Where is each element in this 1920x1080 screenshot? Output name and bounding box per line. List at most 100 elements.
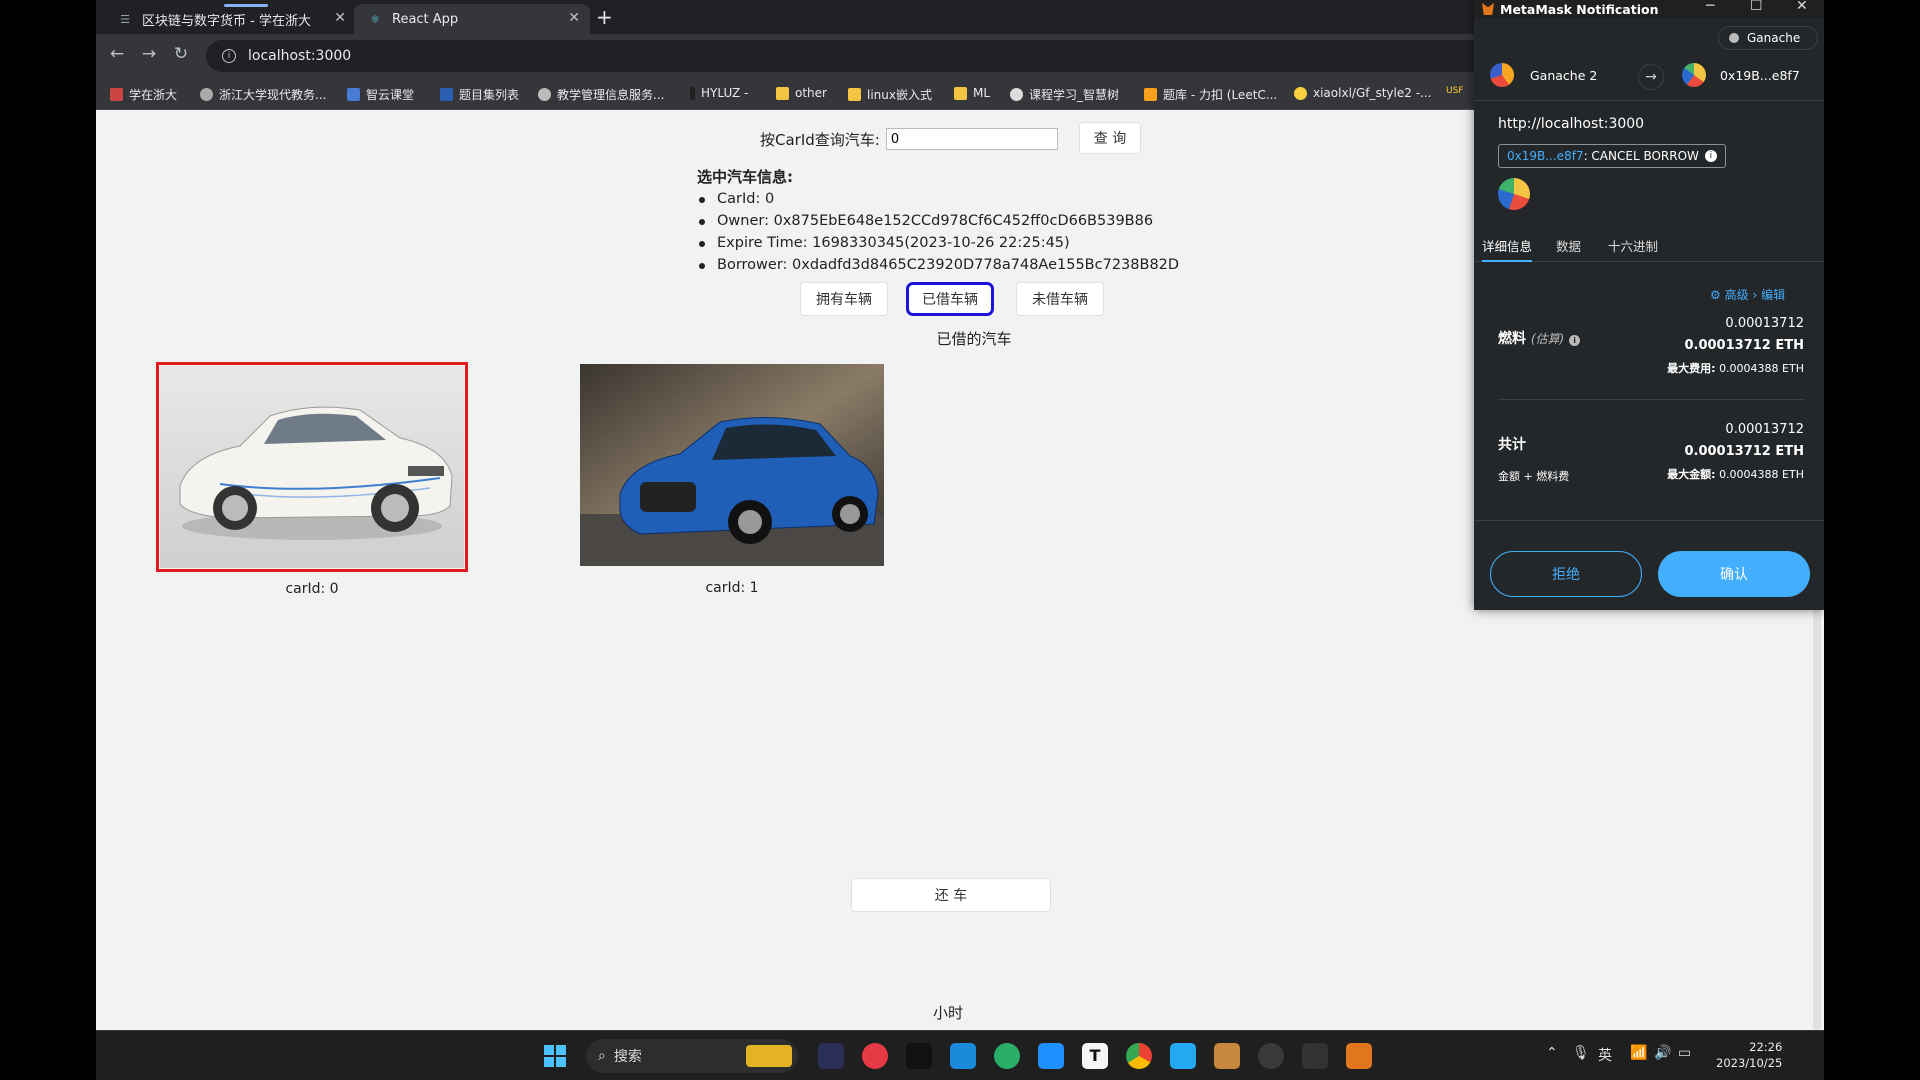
selected-car-title: 选中汽车信息: (697, 168, 793, 186)
metamask-titlebar: MetaMask Notification ─ ☐ ✕ (1474, 0, 1824, 18)
advanced-edit[interactable]: ⚙ 高级 › 编辑 (1710, 286, 1785, 303)
loading-indicator (224, 4, 268, 7)
reload-icon[interactable]: ↻ (170, 44, 192, 64)
bookmark-folder[interactable]: other (776, 86, 827, 100)
bookmark[interactable]: 浙江大学现代教务... (200, 86, 326, 103)
typora-icon[interactable]: T (1082, 1043, 1108, 1069)
bookmark[interactable]: 教学管理信息服务... (538, 86, 664, 103)
tab-title: 区块链与数字货币 - 学在浙大 (142, 13, 311, 29)
app-icon[interactable] (1258, 1043, 1284, 1069)
new-tab-button[interactable]: + (596, 5, 613, 29)
info-owner: Owner: 0x875EbE648e152CCd978Cf6C452ff0cD… (698, 210, 1179, 232)
maximize-icon[interactable]: ☐ (1750, 0, 1763, 14)
metamask-taskbar-icon[interactable] (1346, 1043, 1372, 1069)
info-icon[interactable]: i (1704, 150, 1717, 162)
return-car-button[interactable]: 还 车 (851, 878, 1051, 912)
bookmark-label: ML (973, 86, 991, 100)
bookmark[interactable]: 学在浙大 (110, 86, 177, 103)
bookmark-folder[interactable]: ML (954, 86, 990, 100)
bookmark[interactable]: 题目集列表 (440, 86, 519, 103)
method-badge[interactable]: 0x19B...e8f7 : CANCEL BORROW i (1498, 144, 1726, 168)
window-title: MetaMask Notification (1500, 1, 1659, 17)
tab-react-app[interactable]: ⚛ React App ✕ (354, 4, 590, 34)
bookmark[interactable]: 课程学习_智慧树 (1010, 86, 1119, 103)
to-account[interactable]: 0x19B...e8f7 (1682, 63, 1800, 87)
feishu-icon[interactable] (1038, 1043, 1064, 1069)
bookmark-label: 教学管理信息服务... (557, 88, 665, 102)
taskbar: ⌕ 搜索 T ⌃ 🎙 英 📶 🔊 ▭ 22:26 2023/10/25 (96, 1030, 1824, 1080)
gas-estimate-text: (估算) (1530, 332, 1565, 346)
package-icon[interactable] (1214, 1043, 1240, 1069)
terminal-icon[interactable] (1302, 1043, 1328, 1069)
metamask-window: MetaMask Notification ─ ☐ ✕ Ganache Gana… (1474, 0, 1824, 610)
gas-value: 0.00013712 (1725, 316, 1804, 331)
hours-label: 小时 (933, 1004, 964, 1022)
tab-xuezai[interactable]: ☰ 区块链与数字货币 - 学在浙大 ✕ (104, 4, 356, 34)
wechat-icon[interactable] (994, 1043, 1020, 1069)
tray-chevron-icon[interactable]: ⌃ (1546, 1045, 1558, 1061)
minimize-icon[interactable]: ─ (1706, 0, 1714, 14)
unborrowed-cars-button[interactable]: 未借车辆 (1016, 282, 1104, 316)
bookmark-icon (347, 88, 360, 101)
bookmark[interactable]: USF (1446, 86, 1463, 96)
tab-title: React App (392, 11, 459, 27)
microphone-icon[interactable]: 🎙 (1572, 1045, 1590, 1061)
account-avatar (1490, 63, 1514, 87)
info-icon[interactable]: i (1569, 335, 1581, 346)
tab-hex[interactable]: 十六进制 (1608, 236, 1658, 262)
tab-details[interactable]: 详细信息 (1482, 236, 1533, 262)
bookmark-icon (200, 88, 213, 101)
confirm-button[interactable]: 确认 (1658, 551, 1810, 597)
query-button[interactable]: 查 询 (1079, 122, 1141, 154)
from-account[interactable]: Ganache 2 (1490, 63, 1597, 87)
bookmark-label: USF (1446, 86, 1464, 96)
bookmark[interactable]: xiaolxl/Gf_style2 -... (1294, 86, 1431, 100)
chrome-icon[interactable] (1126, 1043, 1152, 1069)
close-window-icon[interactable]: ✕ (1796, 0, 1808, 14)
bookmark-folder[interactable]: linux嵌入式 (848, 86, 932, 103)
task-view-icon[interactable] (818, 1043, 844, 1069)
owned-cars-button[interactable]: 拥有车辆 (800, 282, 888, 316)
borrowed-cars-button[interactable]: 已借车辆 (906, 282, 994, 316)
edit-link[interactable]: 编辑 (1761, 288, 1785, 302)
vscode-icon[interactable] (1170, 1043, 1196, 1069)
start-menu-icon[interactable] (544, 1045, 566, 1067)
car-id-input[interactable] (885, 128, 1058, 150)
taskbar-search[interactable]: ⌕ 搜索 (586, 1039, 798, 1073)
netease-music-icon[interactable] (862, 1043, 888, 1069)
advanced-link[interactable]: 高级 (1725, 288, 1749, 302)
network-selector[interactable]: Ganache (1718, 26, 1818, 50)
reject-button[interactable]: 拒绝 (1490, 551, 1642, 597)
bookmark[interactable]: HYLUZ - (690, 86, 748, 100)
volume-icon[interactable]: 🔊 (1654, 1045, 1671, 1061)
bookmark-label: linux嵌入式 (867, 88, 932, 102)
bookmark-label: 智云课堂 (366, 88, 415, 102)
gas-value-eth: 0.00013712 ETH (1684, 338, 1804, 353)
wifi-icon[interactable]: 📶 (1630, 1045, 1647, 1061)
site-info-icon[interactable]: i (222, 49, 236, 63)
clock-date: 2023/10/25 (1716, 1056, 1783, 1070)
account-avatar (1682, 63, 1706, 87)
address-bar[interactable]: i localhost:3000 (206, 40, 1506, 72)
car-card-1[interactable]: carId: 1 (580, 364, 884, 596)
qq-icon[interactable] (906, 1043, 932, 1069)
close-tab-icon[interactable]: ✕ (568, 10, 580, 26)
total-subtitle: 金额 + 燃料费 (1498, 470, 1570, 483)
bookmark-label: 题库 - 力扣 (LeetC... (1163, 88, 1278, 102)
back-icon[interactable]: ← (106, 44, 128, 64)
app-icon[interactable] (950, 1043, 976, 1069)
bookmark[interactable]: 题库 - 力扣 (LeetC... (1144, 86, 1277, 103)
forward-icon[interactable]: → (138, 44, 160, 64)
account-name: Ganache 2 (1530, 67, 1598, 83)
clock[interactable]: 22:26 2023/10/25 (1716, 1039, 1782, 1071)
car-card-0[interactable]: carId: 0 (156, 362, 468, 597)
bookmark-icon (538, 88, 551, 101)
react-icon: ⚛ (370, 12, 380, 26)
bookmark-icon (110, 88, 123, 101)
bookmark[interactable]: 智云课堂 (347, 86, 414, 103)
ime-lang[interactable]: 英 (1598, 1045, 1612, 1065)
close-tab-icon[interactable]: ✕ (334, 10, 346, 26)
info-borrower: Borrower: 0xdadfd3d8465C23920D778a748Ae1… (698, 254, 1179, 276)
tab-data[interactable]: 数据 (1556, 236, 1581, 262)
battery-icon[interactable]: ▭ (1678, 1045, 1691, 1061)
